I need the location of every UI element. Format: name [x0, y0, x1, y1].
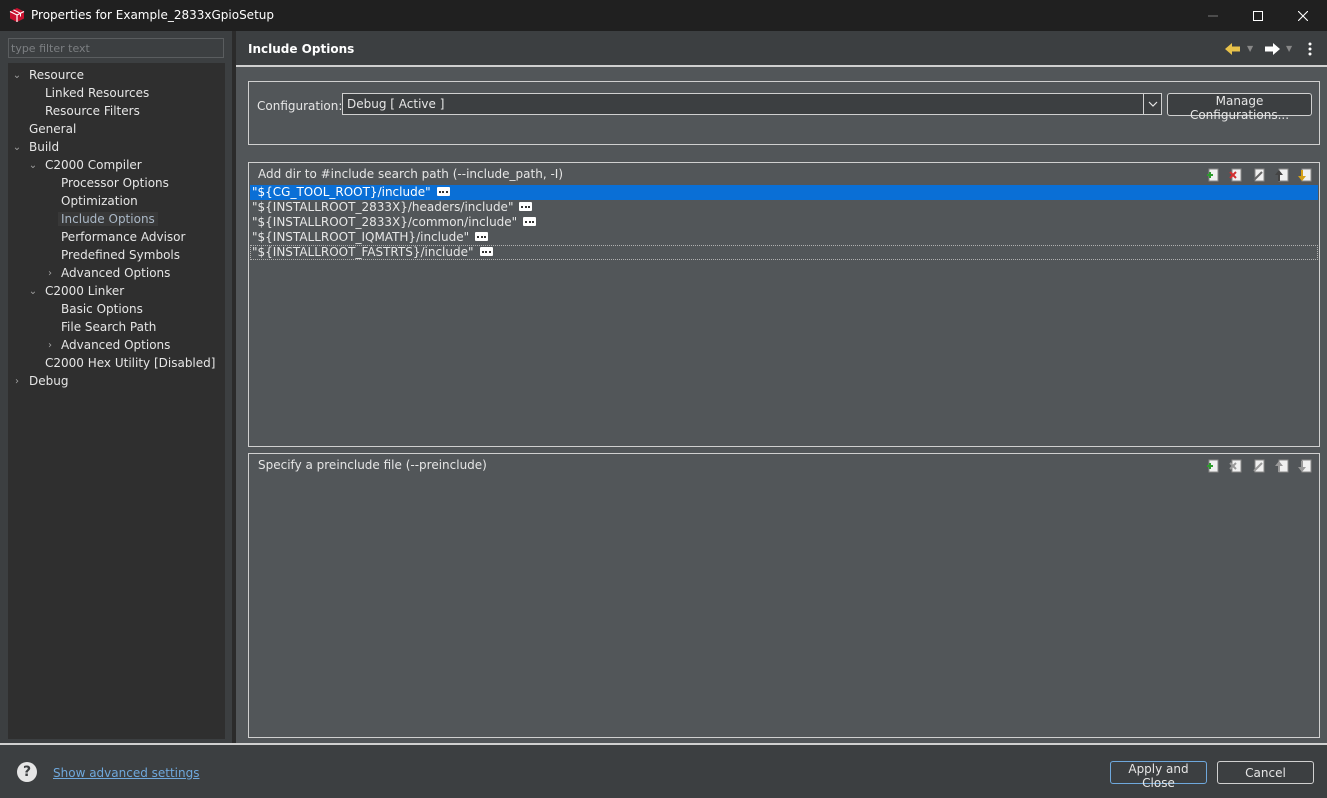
move-up-icon[interactable] [1273, 166, 1290, 183]
tree-item-performance-advisor[interactable]: Performance Advisor [61, 229, 185, 246]
list-item[interactable]: "${INSTALLROOT_IQMATH}/include" [250, 230, 1318, 245]
preinclude-group: Specify a preinclude file (--preinclude) [248, 453, 1320, 738]
dialog-footer: ? Show advanced settings Apply and Close… [0, 743, 1327, 798]
title-bar: Properties for Example_2833xGpioSetup [0, 0, 1327, 31]
tree-item-compiler-advanced-options[interactable]: Advanced Options [61, 265, 170, 282]
edit-path-icon[interactable] [1250, 166, 1267, 183]
chevron-right-icon[interactable]: › [45, 337, 55, 354]
configuration-group: Configuration: Debug [ Active ] Manage C… [248, 81, 1320, 145]
tree-item-predefined-symbols[interactable]: Predefined Symbols [61, 247, 180, 264]
preinclude-toolbar [1204, 457, 1313, 474]
chevron-down-icon[interactable]: ⌄ [12, 139, 22, 156]
tree-item-optimization[interactable]: Optimization [61, 193, 138, 210]
filter-input[interactable] [8, 38, 224, 58]
list-item[interactable]: "${INSTALLROOT_2833X}/headers/include" [250, 200, 1318, 215]
more-icon[interactable] [479, 247, 493, 256]
manage-configurations-button[interactable]: Manage Configurations... [1167, 93, 1312, 122]
chevron-down-icon[interactable] [1143, 94, 1161, 114]
preinclude-label: Specify a preinclude file (--preinclude) [258, 458, 487, 472]
tree-item-basic-options[interactable]: Basic Options [61, 301, 143, 318]
help-icon[interactable]: ? [17, 762, 37, 782]
close-icon [1298, 10, 1308, 21]
tree-item-file-search-path[interactable]: File Search Path [61, 319, 156, 336]
list-item[interactable]: "${INSTALLROOT_FASTRTS}/include" [250, 245, 1318, 260]
show-advanced-settings-link[interactable]: Show advanced settings [53, 766, 200, 780]
chevron-down-icon[interactable]: ⌄ [12, 67, 22, 84]
view-menu-icon[interactable] [1301, 40, 1319, 58]
tree-item-c2000-hex-utility[interactable]: C2000 Hex Utility [Disabled] [45, 355, 215, 372]
configuration-select[interactable]: Debug [ Active ] [342, 93, 1162, 115]
back-arrow-icon[interactable] [1224, 40, 1242, 58]
maximize-button[interactable] [1235, 0, 1281, 31]
minimize-button[interactable] [1190, 0, 1236, 31]
configuration-label: Configuration: [257, 99, 343, 113]
tree-item-resource[interactable]: Resource [29, 67, 84, 84]
minimize-icon [1208, 15, 1218, 16]
tree-item-linker-advanced-options[interactable]: Advanced Options [61, 337, 170, 354]
forward-dropdown-icon[interactable]: ▼ [1286, 41, 1296, 57]
back-dropdown-icon[interactable]: ▼ [1247, 41, 1257, 57]
include-path-label: Add dir to #include search path (--inclu… [258, 167, 564, 181]
tree-item-resource-filters[interactable]: Resource Filters [45, 103, 140, 120]
include-path-toolbar [1204, 166, 1313, 183]
forward-arrow-icon[interactable] [1263, 40, 1281, 58]
chevron-down-icon[interactable]: ⌄ [28, 157, 38, 174]
move-up-icon[interactable] [1273, 457, 1290, 474]
page-title: Include Options [248, 42, 355, 56]
configuration-value: Debug [ Active ] [347, 97, 445, 111]
more-icon[interactable] [519, 202, 533, 211]
chevron-down-icon[interactable]: ⌄ [28, 283, 38, 300]
property-page: Include Options ▼ ▼ Configuration: Debug… [236, 31, 1327, 743]
list-item[interactable]: "${INSTALLROOT_2833X}/common/include" [250, 215, 1318, 230]
include-path-list[interactable]: "${CG_TOOL_ROOT}/include" "${INSTALLROOT… [250, 185, 1318, 260]
add-file-icon[interactable] [1204, 457, 1221, 474]
move-down-icon[interactable] [1296, 457, 1313, 474]
include-path-group: Add dir to #include search path (--inclu… [248, 162, 1320, 447]
apply-and-close-button[interactable]: Apply and Close [1110, 761, 1207, 790]
more-icon[interactable] [523, 217, 537, 226]
add-path-icon[interactable] [1204, 166, 1221, 183]
tree-item-linked-resources[interactable]: Linked Resources [45, 85, 149, 102]
page-header: Include Options ▼ ▼ [236, 31, 1327, 67]
tree-item-general[interactable]: General [29, 121, 76, 138]
maximize-icon [1253, 10, 1263, 21]
delete-file-icon[interactable] [1227, 457, 1244, 474]
chevron-right-icon[interactable]: › [45, 265, 55, 282]
close-button[interactable] [1280, 0, 1326, 31]
property-tree-panel: ⌄ Resource Linked Resources Resource Fil… [0, 31, 234, 743]
more-icon[interactable] [436, 187, 450, 196]
tree-item-c2000-linker[interactable]: C2000 Linker [45, 283, 124, 300]
cancel-button[interactable]: Cancel [1217, 761, 1314, 784]
edit-file-icon[interactable] [1250, 457, 1267, 474]
tree-item-include-options[interactable]: Include Options [58, 211, 158, 228]
tree-item-build[interactable]: Build [29, 139, 59, 156]
tree-item-debug[interactable]: Debug [29, 373, 68, 390]
tree-item-processor-options[interactable]: Processor Options [61, 175, 169, 192]
property-tree: ⌄ Resource Linked Resources Resource Fil… [8, 63, 225, 739]
window-title: Properties for Example_2833xGpioSetup [31, 8, 274, 22]
ccs-cube-icon [9, 8, 25, 22]
tree-item-c2000-compiler[interactable]: C2000 Compiler [45, 157, 142, 174]
delete-path-icon[interactable] [1227, 166, 1244, 183]
more-icon[interactable] [475, 232, 489, 241]
chevron-right-icon[interactable]: › [12, 373, 22, 390]
list-item[interactable]: "${CG_TOOL_ROOT}/include" [250, 185, 1318, 200]
move-down-icon[interactable] [1296, 166, 1313, 183]
